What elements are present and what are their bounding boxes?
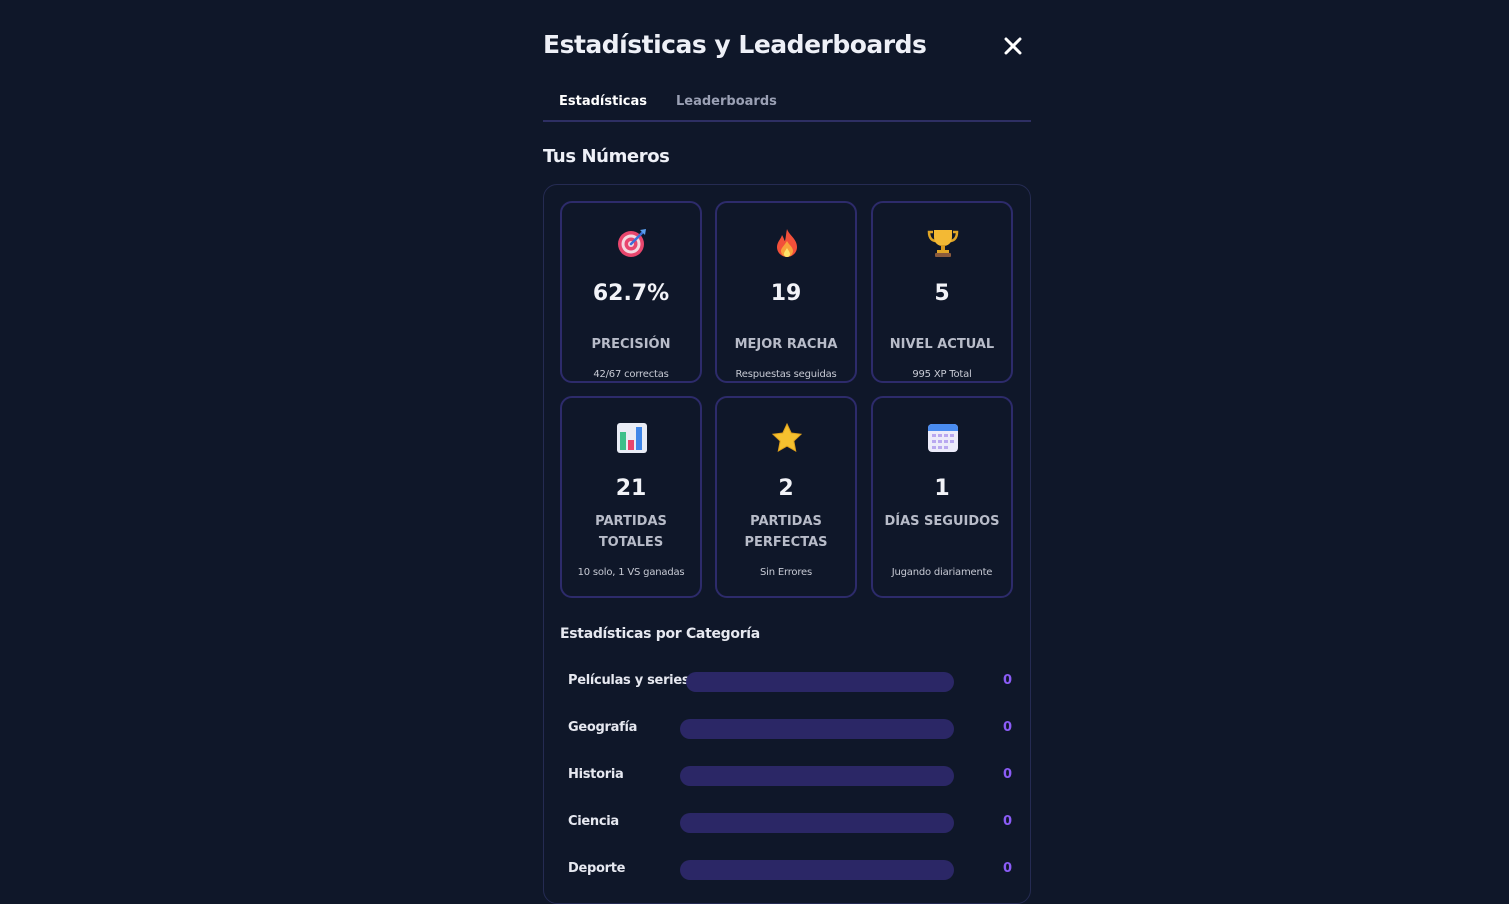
category-count: 0 <box>1002 814 1012 829</box>
category-row: Ciencia 0 <box>568 811 1012 835</box>
stat-label: PARTIDAS TOTALES <box>595 514 667 550</box>
fire-icon <box>777 229 797 257</box>
stat-sub: Sin Errores <box>760 567 812 578</box>
category-row: Películas y series 0 <box>568 670 1012 694</box>
section-title: Tus Números <box>543 146 670 167</box>
stat-value: 1 <box>934 476 950 501</box>
stat-value: 62.7% <box>592 281 670 306</box>
category-name: Historia <box>568 767 624 782</box>
category-progress-bar <box>680 719 954 739</box>
category-progress-bar <box>680 813 954 833</box>
stat-card-total-games: 21 PARTIDAS TOTALES 10 solo, 1 VS ganada… <box>560 396 702 598</box>
category-count: 0 <box>1002 673 1012 688</box>
target-icon <box>618 229 646 257</box>
category-row: Historia 0 <box>568 764 1012 788</box>
category-progress-bar <box>686 672 954 692</box>
stat-sub: 10 solo, 1 VS ganadas <box>577 567 685 578</box>
stat-value: 19 <box>770 281 802 306</box>
bar-chart-icon <box>617 423 647 453</box>
category-progress-bar <box>680 766 954 786</box>
stat-card-precision: 62.7% PRECISIÓN 42/67 correctas <box>560 201 702 383</box>
stat-card-days-streak: 1 DÍAS SEGUIDOS Jugando diariamente <box>871 396 1013 598</box>
tab-bar: Estadísticas Leaderboards <box>543 86 1031 122</box>
stat-label: PRECISIÓN <box>591 337 671 352</box>
close-icon <box>1004 37 1022 55</box>
stat-value: 21 <box>615 476 647 501</box>
tab-estadisticas[interactable]: Estadísticas <box>559 94 647 109</box>
stat-sub: 42/67 correctas <box>593 369 669 380</box>
categories-title: Estadísticas por Categoría <box>560 626 760 642</box>
category-name: Deporte <box>568 861 626 876</box>
modal-header: Estadísticas y Leaderboards <box>543 30 1031 64</box>
stat-card-best-streak: 19 MEJOR RACHA Respuestas seguidas <box>715 201 857 383</box>
stat-label: PARTIDAS PERFECTAS <box>744 514 828 550</box>
stat-label: DÍAS SEGUIDOS <box>884 514 1000 529</box>
category-row: Geografía 0 <box>568 717 1012 741</box>
category-name: Películas y series <box>568 673 690 688</box>
category-progress-bar <box>680 860 954 880</box>
stat-value: 5 <box>934 281 950 306</box>
stat-label: NIVEL ACTUAL <box>889 337 995 352</box>
category-row: Deporte 0 <box>568 858 1012 882</box>
close-button[interactable] <box>999 32 1027 60</box>
category-count: 0 <box>1002 861 1012 876</box>
stat-card-perfect-games: 2 PARTIDAS PERFECTAS Sin Errores <box>715 396 857 598</box>
star-icon <box>771 422 803 452</box>
category-name: Geografía <box>568 720 638 735</box>
stat-value: 2 <box>778 476 794 501</box>
category-count: 0 <box>1002 720 1012 735</box>
stats-modal: Estadísticas y Leaderboards Estadísticas… <box>543 0 1031 904</box>
category-name: Ciencia <box>568 814 619 829</box>
category-count: 0 <box>1002 767 1012 782</box>
trophy-icon <box>927 230 959 257</box>
tab-leaderboards[interactable]: Leaderboards <box>676 94 777 109</box>
stat-label: MEJOR RACHA <box>734 337 838 352</box>
stat-sub: 995 XP Total <box>912 369 972 380</box>
modal-title: Estadísticas y Leaderboards <box>543 30 927 59</box>
stat-sub: Jugando diariamente <box>891 567 993 578</box>
stats-panel: 62.7% PRECISIÓN 42/67 correctas 19 MEJOR… <box>543 184 1031 904</box>
stat-card-current-level: 5 NIVEL ACTUAL 995 XP Total <box>871 201 1013 383</box>
calendar-icon <box>928 424 958 452</box>
stat-sub: Respuestas seguidas <box>735 369 837 380</box>
